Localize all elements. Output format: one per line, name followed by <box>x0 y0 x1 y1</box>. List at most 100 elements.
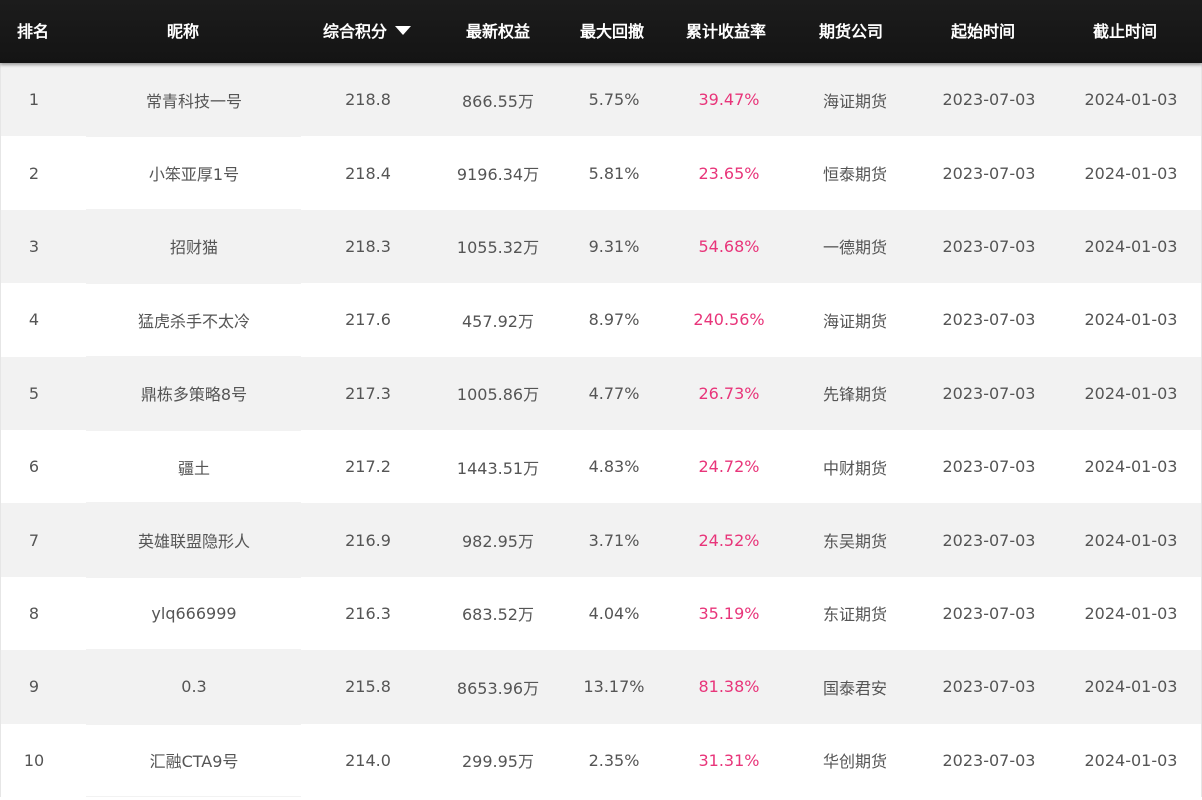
cell-equity: 982.95万 <box>462 532 534 552</box>
cell-score: 216.9 <box>345 530 391 550</box>
cell-return: 240.56% <box>693 310 765 330</box>
header-drawdown: 最大回撤 <box>579 22 644 41</box>
cell-start-date: 2023-07-03 <box>942 457 1036 477</box>
cell-return: 39.47% <box>698 90 760 110</box>
table-row[interactable]: 8 ylq666999 216.3 683.52万 4.04% 35.19% 东证期货 202… <box>0 576 1202 651</box>
cell-drawdown: 2.35% <box>588 750 640 770</box>
cell-score: 218.3 <box>345 236 391 256</box>
cell-broker: 海证期货 <box>822 91 887 111</box>
cell-return: 24.52% <box>698 530 760 550</box>
cell-start-date: 2023-07-03 <box>942 236 1036 256</box>
cell-equity: 1005.86万 <box>456 385 540 405</box>
cell-broker: 中财期货 <box>822 458 887 478</box>
cell-nickname: 0.3 <box>181 677 207 697</box>
table-row[interactable]: 9 0.3 215.8 8653.96万 13.17% 81.38% 国泰君安 2023-07… <box>0 650 1202 724</box>
cell-end-date: 2024-01-03 <box>1084 90 1178 110</box>
cell-nickname: 小笨亚厚1号 <box>148 165 240 185</box>
cell-nickname: 招财猫 <box>169 238 218 258</box>
cell-score: 215.8 <box>345 677 391 697</box>
cell-score: 216.3 <box>345 603 391 623</box>
header-score[interactable]: 综合积分 <box>300 0 434 63</box>
cell-rank: 3 <box>28 236 40 256</box>
cell-rank: 4 <box>28 310 40 330</box>
cell-broker: 一德期货 <box>822 238 887 258</box>
cell-equity: 9196.34万 <box>456 165 540 185</box>
cell-drawdown: 13.17% <box>583 677 645 697</box>
cell-score: 214.0 <box>345 750 391 770</box>
cell-score: 217.3 <box>345 383 391 403</box>
cell-drawdown: 5.75% <box>588 90 640 110</box>
cell-nickname: 猛虎杀手不太冷 <box>137 311 250 331</box>
cell-rank: 6 <box>28 457 40 477</box>
header-return: 累计收益率 <box>685 22 766 41</box>
cell-end-date: 2024-01-03 <box>1084 163 1178 183</box>
cell-start-date: 2023-07-03 <box>942 603 1036 623</box>
cell-equity: 683.52万 <box>462 605 534 625</box>
cell-nickname: 鼎栋多策略8号 <box>140 385 248 405</box>
cell-start-date: 2023-07-03 <box>942 163 1036 183</box>
header-score-label: 综合积分 <box>322 22 387 41</box>
cell-start-date: 2023-07-03 <box>942 750 1036 770</box>
cell-broker: 先锋期货 <box>822 385 887 405</box>
cell-score: 218.4 <box>345 163 391 183</box>
cell-nickname: ylq666999 <box>151 603 237 623</box>
header-broker: 期货公司 <box>818 22 883 41</box>
cell-start-date: 2023-07-03 <box>942 383 1036 403</box>
cell-equity: 457.92万 <box>462 311 534 331</box>
table-row[interactable]: 5 鼎栋多策略8号 217.3 1005.86万 4.77% 26.73% 先锋期货 2023… <box>0 356 1202 430</box>
table-row[interactable]: 7 英雄联盟隐形人 216.9 982.95万 3.71% 24.52% 东吴期货 2023-… <box>0 503 1202 577</box>
table-row[interactable]: 3 招财猫 218.3 1055.32万 9.31% 54.68% 一德期货 2023-07-… <box>0 209 1202 284</box>
cell-equity: 1443.51万 <box>456 458 540 478</box>
header-rank: 排名 <box>16 22 49 41</box>
table-row[interactable]: 1 常青科技一号 218.8 866.55万 5.75% 39.47% 海证期货 2023-0… <box>0 63 1202 137</box>
cell-end-date: 2024-01-03 <box>1084 750 1178 770</box>
cell-score: 217.6 <box>345 310 391 330</box>
cell-drawdown: 4.04% <box>588 603 640 623</box>
cell-end-date: 2024-01-03 <box>1084 530 1178 550</box>
cell-equity: 866.55万 <box>462 91 534 111</box>
cell-return: 54.68% <box>698 236 760 256</box>
cell-score: 217.2 <box>345 457 391 477</box>
header-equity: 最新权益 <box>465 22 530 41</box>
cell-end-date: 2024-01-03 <box>1084 310 1178 330</box>
table-row[interactable]: 2 小笨亚厚1号 218.4 9196.34万 5.81% 23.65% 恒泰期货 2023-… <box>0 136 1202 211</box>
header-nickname: 昵称 <box>166 22 199 41</box>
cell-return: 26.73% <box>698 383 760 403</box>
cell-return: 23.65% <box>698 163 760 183</box>
cell-start-date: 2023-07-03 <box>942 677 1036 697</box>
table-row[interactable]: 6 疆土 217.2 1443.51万 4.83% 24.72% 中财期货 2023-07-0… <box>0 429 1202 504</box>
cell-rank: 2 <box>28 163 40 183</box>
table-body: 1 常青科技一号 218.8 866.55万 5.75% 39.47% 海证期货 2023-0… <box>0 63 1202 798</box>
cell-rank: 1 <box>28 90 40 110</box>
cell-end-date: 2024-01-03 <box>1084 603 1178 623</box>
table-row[interactable]: 4 猛虎杀手不太冷 217.6 457.92万 8.97% 240.56% 海证期货 2023… <box>0 283 1202 357</box>
cell-start-date: 2023-07-03 <box>942 530 1036 550</box>
cell-end-date: 2024-01-03 <box>1084 677 1178 697</box>
cell-drawdown: 9.31% <box>588 236 640 256</box>
cell-rank: 10 <box>23 750 45 770</box>
cell-broker: 华创期货 <box>822 752 887 772</box>
caret-down-icon[interactable] <box>395 26 411 35</box>
table-row[interactable]: 10 汇融CTA9号 214.0 299.95万 2.35% 31.31% 华创期货 2023… <box>0 723 1202 798</box>
cell-nickname: 疆土 <box>177 458 210 478</box>
cell-nickname: 汇融CTA9号 <box>149 752 239 772</box>
cell-return: 81.38% <box>698 677 760 697</box>
ranking-table: 排名 昵称 综合积分 最新权益 最大回撤 累计收益率 期货公司 起始时间 截止时… <box>0 0 1202 800</box>
cell-drawdown: 5.81% <box>588 163 640 183</box>
cell-nickname: 英雄联盟隐形人 <box>137 532 250 552</box>
cell-broker: 恒泰期货 <box>822 165 887 185</box>
cell-end-date: 2024-01-03 <box>1084 236 1178 256</box>
cell-broker: 东证期货 <box>822 605 887 625</box>
cell-end-date: 2024-01-03 <box>1084 383 1178 403</box>
cell-broker: 国泰君安 <box>822 678 887 698</box>
cell-return: 31.31% <box>698 750 760 770</box>
cell-rank: 9 <box>28 677 40 697</box>
cell-score: 218.8 <box>345 90 391 110</box>
table-header: 排名 昵称 综合积分 最新权益 最大回撤 累计收益率 期货公司 起始时间 截止时… <box>0 0 1202 63</box>
cell-start-date: 2023-07-03 <box>942 90 1036 110</box>
cell-end-date: 2024-01-03 <box>1084 457 1178 477</box>
cell-drawdown: 4.83% <box>588 457 640 477</box>
cell-equity: 299.95万 <box>462 752 534 772</box>
cell-broker: 东吴期货 <box>822 532 887 552</box>
cell-rank: 8 <box>28 603 40 623</box>
